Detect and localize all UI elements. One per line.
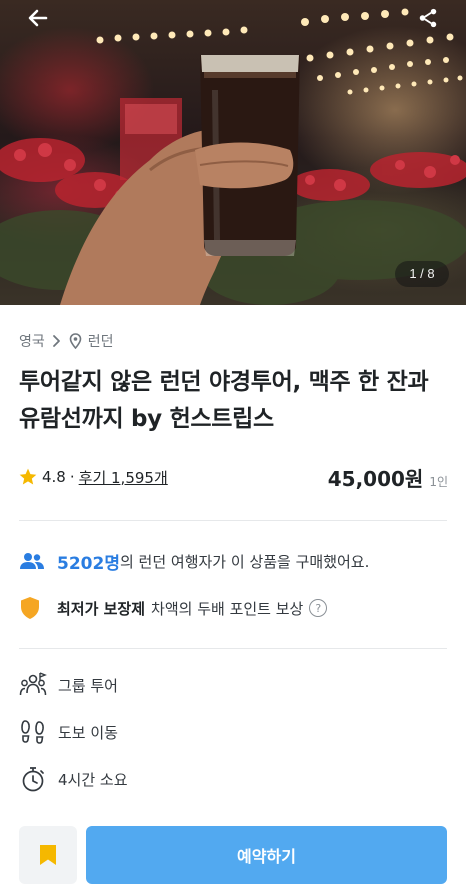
- breadcrumb: 영국 런던: [19, 330, 114, 352]
- people-icon: [20, 553, 44, 569]
- help-icon[interactable]: ?: [309, 599, 328, 617]
- location-pin-icon: [69, 333, 82, 349]
- share-icon: [419, 8, 437, 28]
- hero-photo: [0, 8, 466, 305]
- purchase-count: 5202명: [57, 553, 120, 574]
- feature-label: 4시간 소요: [58, 770, 128, 789]
- fingers: [195, 142, 294, 189]
- hero-image[interactable]: 1 / 8: [0, 0, 466, 305]
- rating-separator: ·: [69, 468, 75, 486]
- bookmark-icon: [40, 845, 56, 865]
- feature-walking: 도보 이동: [19, 717, 118, 747]
- rating-value: 4.8: [42, 468, 66, 486]
- breadcrumb-country[interactable]: 영국: [19, 331, 45, 351]
- arrow-left-icon: [28, 9, 48, 27]
- stopwatch-icon: [22, 767, 44, 792]
- share-button[interactable]: [408, 4, 448, 32]
- shield-icon: [21, 597, 39, 619]
- rating-price-row: 4.8 · 후기 1,595개 45,000원 1인: [18, 463, 448, 491]
- feature-group-tour: 그룹 투어: [19, 670, 118, 700]
- bookmark-button[interactable]: [19, 826, 77, 884]
- purchase-text: 의 런던 여행자가 이 상품을 구매했어요.: [119, 552, 370, 571]
- lowest-price-row: 최저가 보장제 차액의 두배 포인트 보상 ?: [19, 595, 328, 621]
- lowest-price-title: 최저가 보장제: [57, 599, 146, 618]
- chevron-right-icon: [52, 335, 60, 347]
- reviews-link[interactable]: 후기 1,595개: [79, 467, 168, 488]
- breadcrumb-city[interactable]: 런던: [88, 331, 114, 351]
- back-button[interactable]: [18, 4, 58, 32]
- star-icon: [19, 468, 37, 485]
- feature-label: 도보 이동: [58, 723, 118, 742]
- price-unit: 1인: [429, 474, 448, 489]
- feature-duration: 4시간 소요: [19, 764, 128, 794]
- image-counter: 1 / 8: [395, 261, 449, 287]
- divider: [19, 648, 447, 649]
- purchase-count-row: 5202명 의 런던 여행자가 이 상품을 구매했어요.: [19, 548, 369, 574]
- feature-label: 그룹 투어: [58, 676, 118, 695]
- footprints-icon: [21, 720, 44, 744]
- lowest-price-text: 차액의 두배 포인트 보상: [151, 599, 304, 618]
- divider: [19, 520, 447, 521]
- product-title: 투어같지 않은 런던 야경투어, 맥주 한 잔과 유람선까지 by 헌스트립스: [19, 369, 429, 432]
- reserve-button[interactable]: 예약하기: [86, 826, 447, 884]
- rating: 4.8 · 후기 1,595개: [18, 467, 168, 488]
- price: 45,000원: [327, 466, 424, 491]
- group-icon: [19, 672, 47, 696]
- price-group: 45,000원 1인: [328, 463, 448, 492]
